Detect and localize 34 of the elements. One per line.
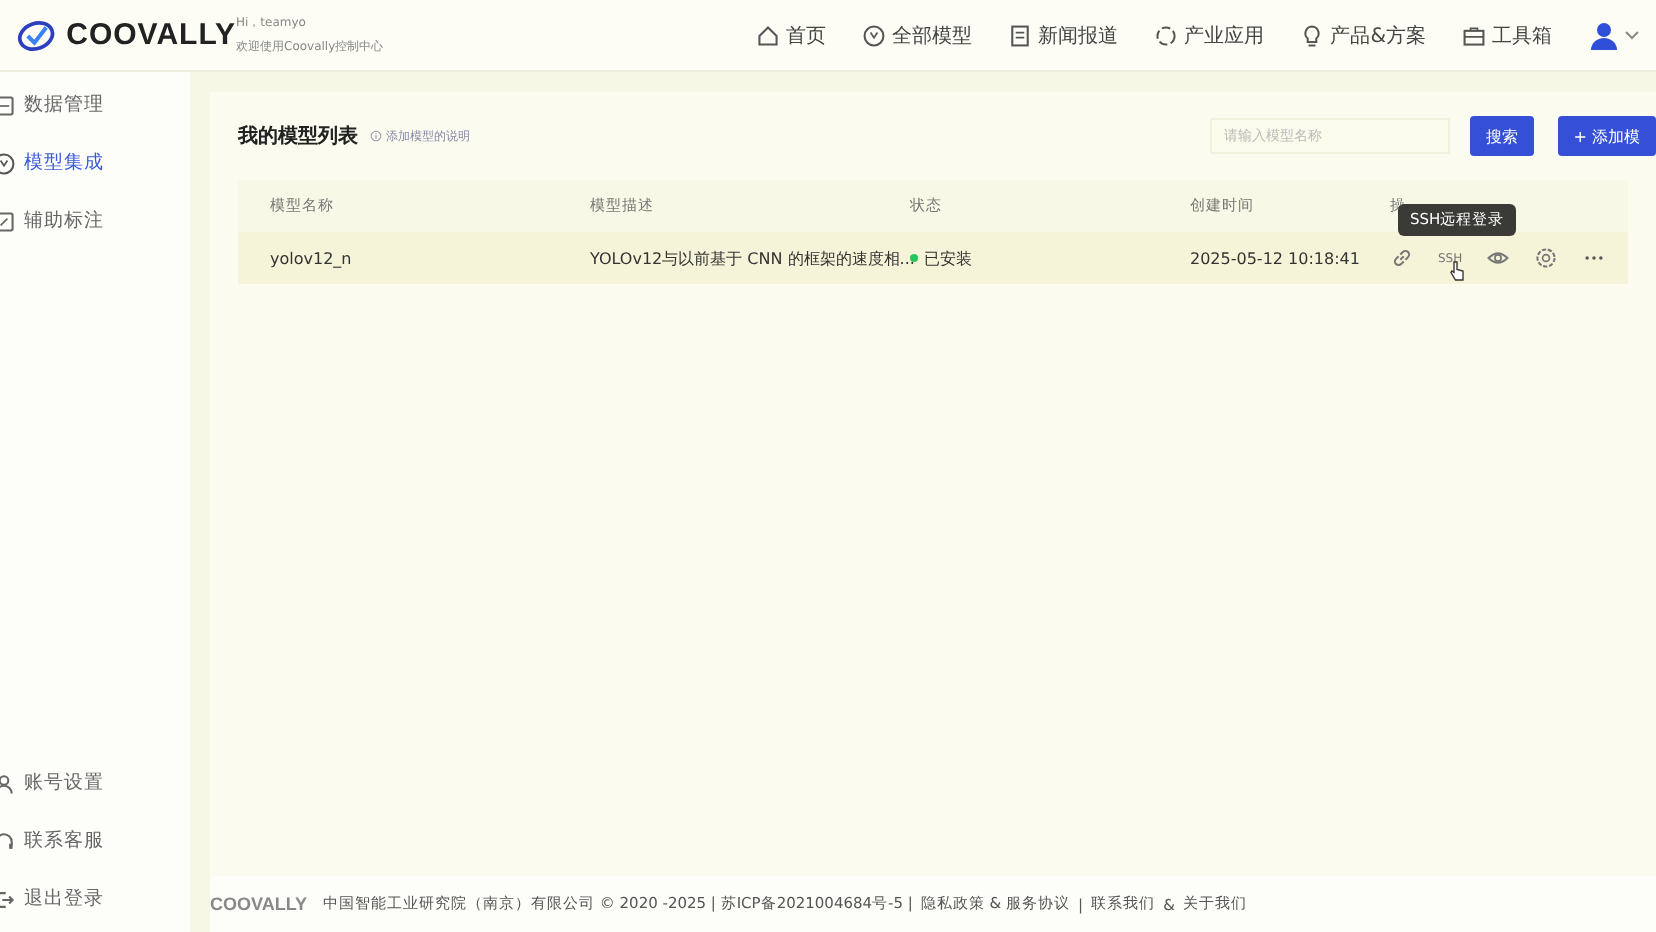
table-cell-text: 2025-05-12 10:18:41 [1190, 249, 1362, 267]
sidebar-item[interactable]: 联系客服 [0, 824, 190, 858]
nav-link[interactable]: 产业应用 [1154, 21, 1265, 49]
footer-brand: COOVALLY [210, 894, 308, 914]
eye-icon[interactable] [1486, 246, 1511, 270]
nav-link[interactable]: 产品&方案 [1300, 21, 1426, 49]
info-icon [370, 130, 382, 142]
circle-icon [862, 23, 887, 47]
link-icon[interactable] [1390, 246, 1414, 270]
cursor-icon [1448, 259, 1466, 281]
search-button[interactable]: 搜索 [1469, 116, 1534, 156]
nav-link[interactable]: 工具箱 [1462, 21, 1552, 49]
sidebar-item[interactable]: 模型集成 [0, 146, 190, 180]
cycle-icon [1154, 23, 1179, 47]
table-cell: YOLOv12与以前基于 CNN 的框架的速度相... [590, 247, 910, 269]
table-cell-text: yolov12_n [270, 249, 354, 267]
sidebar-item[interactable]: 辅助标注 [0, 204, 190, 238]
panel-title: 我的模型列表 [238, 123, 358, 150]
document-icon [1008, 23, 1033, 47]
nav-link[interactable]: 首页 [756, 21, 827, 49]
bulb-icon [1300, 23, 1325, 47]
settings-icon[interactable] [1534, 246, 1559, 270]
logo-text: COOVALLY [66, 18, 236, 52]
sidebar-item[interactable]: 账号设置 [0, 766, 190, 800]
logo-icon [16, 17, 57, 53]
nav-link[interactable]: 新闻报道 [1008, 21, 1119, 49]
sidebar-item[interactable]: 退出登录 [0, 882, 190, 916]
add-button[interactable]: + 添加模 [1557, 116, 1656, 156]
sidebar-item[interactable]: 数据管理 [0, 88, 190, 122]
home-icon [756, 23, 781, 47]
avatar-icon[interactable] [1588, 19, 1640, 51]
nav-link[interactable]: 全部模型 [862, 21, 973, 49]
status-text: 已安装 [924, 247, 972, 269]
toolbox-icon [1462, 23, 1486, 47]
